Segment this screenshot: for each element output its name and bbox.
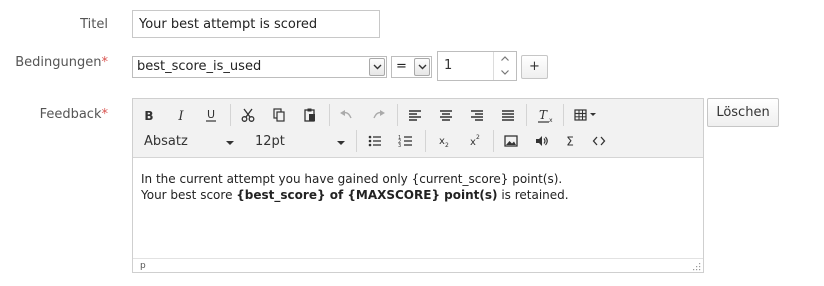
- operator-select[interactable]: =: [391, 56, 432, 78]
- svg-text:x: x: [549, 117, 553, 124]
- clear-format-icon[interactable]: Tx: [532, 103, 556, 127]
- copy-icon[interactable]: [267, 103, 291, 127]
- bold-icon[interactable]: B: [137, 103, 161, 127]
- svg-text:I: I: [177, 109, 184, 124]
- feedback-line-2: Your best score {best_score} of {MAXSCOR…: [141, 187, 569, 203]
- media-icon[interactable]: [530, 129, 554, 153]
- feedback-line-2-start: Your best score: [141, 188, 237, 202]
- svg-text:T: T: [539, 108, 548, 122]
- spin-down-button[interactable]: [494, 66, 516, 80]
- svg-text:Σ: Σ: [566, 135, 574, 149]
- operator-select-value: =: [396, 59, 407, 74]
- resize-handle-icon[interactable]: [692, 262, 701, 271]
- add-condition-button[interactable]: +: [521, 55, 548, 79]
- paste-icon[interactable]: [298, 103, 322, 127]
- underline-icon[interactable]: U: [199, 103, 223, 127]
- feedback-line-1: In the current attempt you have gained o…: [141, 172, 563, 186]
- svg-text:B: B: [144, 109, 153, 123]
- svg-text:U: U: [207, 108, 215, 121]
- feedback-label: Feedback*: [40, 107, 108, 122]
- chevron-up-icon: [501, 56, 509, 61]
- image-icon[interactable]: [499, 129, 523, 153]
- svg-text:3: 3: [398, 143, 401, 149]
- code-icon[interactable]: [587, 129, 611, 153]
- editor-content[interactable]: In the current attempt you have gained o…: [141, 171, 569, 203]
- rich-text-editor: B I U T x Absatz 12pt 1 2 3 x 2 x 2 Σ In…: [132, 98, 704, 273]
- italic-icon[interactable]: I: [169, 103, 193, 127]
- chevron-down-icon: [369, 58, 385, 76]
- required-marker: *: [101, 107, 109, 122]
- bullet-list-icon[interactable]: [363, 129, 387, 153]
- conditions-label-text: Bedingungen: [15, 55, 102, 70]
- align-right-icon[interactable]: [465, 103, 489, 127]
- chevron-down-icon: [337, 141, 345, 145]
- font-size-dropdown[interactable]: 12pt: [255, 134, 285, 149]
- delete-button-label: Löschen: [716, 105, 770, 120]
- element-path[interactable]: p: [140, 261, 146, 271]
- value-number-input[interactable]: 1: [437, 51, 517, 81]
- align-justify-icon[interactable]: [496, 103, 520, 127]
- chevron-down-icon: [501, 70, 509, 75]
- align-center-icon[interactable]: [434, 103, 458, 127]
- title-label: Titel: [80, 17, 108, 32]
- align-left-icon[interactable]: [403, 103, 427, 127]
- editor-statusbar: p: [133, 258, 703, 273]
- undo-icon[interactable]: [335, 103, 359, 127]
- add-condition-label: +: [529, 59, 540, 74]
- chevron-down-icon: [226, 141, 234, 145]
- feedback-line-2-end: is retained.: [497, 188, 569, 202]
- condition-select-value: best_score_is_used: [137, 59, 262, 74]
- conditions-label: Bedingungen*: [15, 55, 108, 70]
- value-number-text: 1: [444, 58, 453, 73]
- chevron-down-icon: [414, 58, 430, 76]
- editor-toolbar: B I U T x Absatz 12pt 1 2 3 x 2 x 2 Σ: [133, 99, 703, 158]
- svg-text:2: 2: [445, 142, 449, 149]
- table-icon[interactable]: [570, 103, 604, 127]
- spin-up-button[interactable]: [494, 52, 516, 66]
- numbered-list-icon[interactable]: 123: [394, 129, 418, 153]
- required-marker: *: [101, 55, 109, 70]
- feedback-line-2-bold: {best_score} of {MAXSCORE} point(s): [236, 188, 498, 202]
- sum-icon[interactable]: Σ: [558, 129, 582, 153]
- title-input[interactable]: [132, 10, 380, 38]
- subscript-icon[interactable]: x2: [431, 129, 455, 153]
- condition-select[interactable]: best_score_is_used: [132, 56, 387, 78]
- svg-text:2: 2: [476, 134, 480, 141]
- delete-button[interactable]: Löschen: [707, 98, 779, 127]
- number-spinner: [493, 52, 516, 80]
- block-format-dropdown[interactable]: Absatz: [144, 134, 188, 149]
- feedback-label-text: Feedback: [39, 107, 102, 122]
- redo-icon[interactable]: [366, 103, 390, 127]
- title-label-text: Titel: [80, 17, 108, 32]
- superscript-icon[interactable]: x2: [462, 129, 486, 153]
- cut-icon[interactable]: [236, 103, 260, 127]
